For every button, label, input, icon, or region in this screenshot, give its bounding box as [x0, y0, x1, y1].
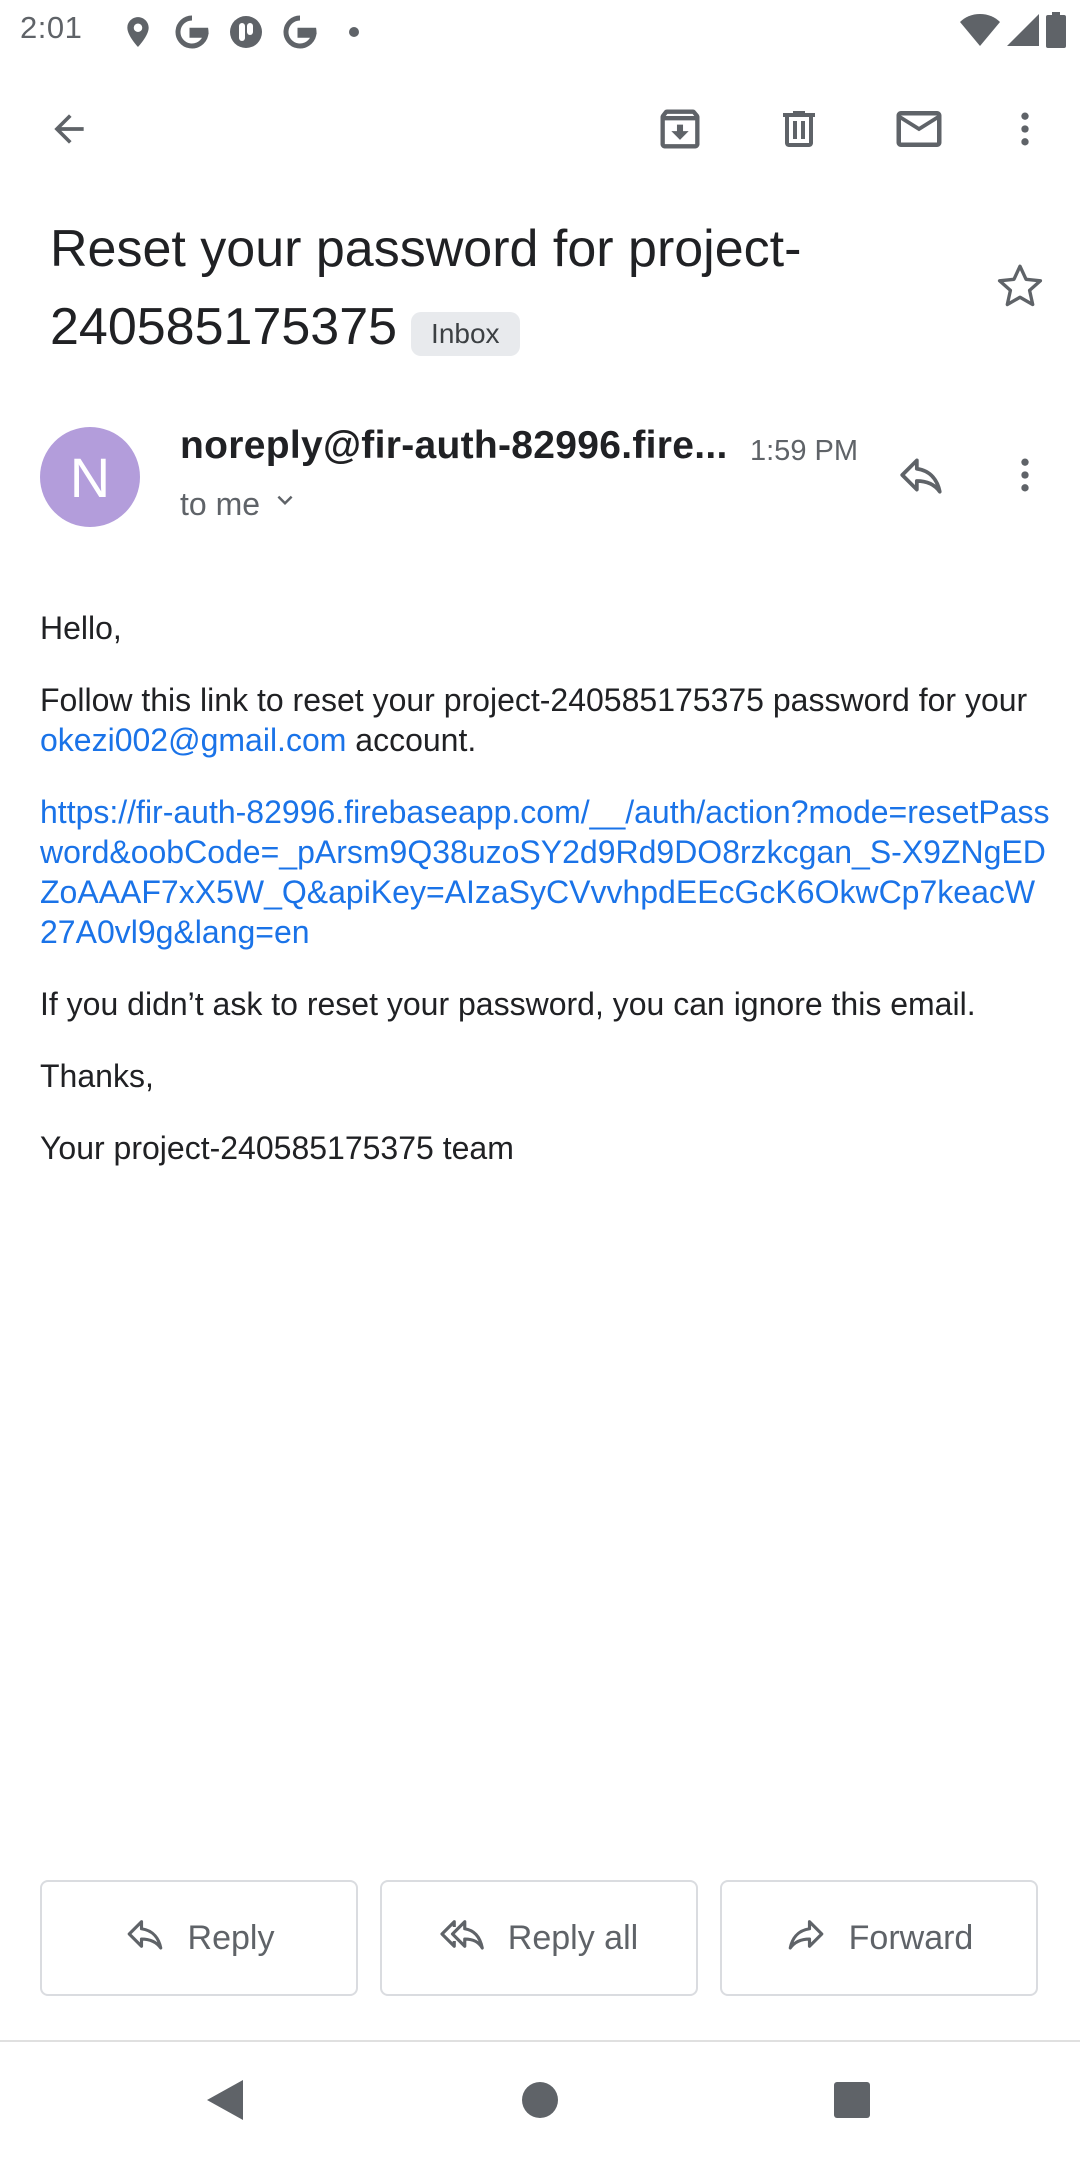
- subject-area: Reset your password for project-24058517…: [50, 210, 950, 366]
- triangle-back-icon: [205, 2078, 245, 2127]
- email-body: Hello, Follow this link to reset your pr…: [40, 608, 1050, 1200]
- reply-all-label: Reply all: [507, 1918, 639, 1957]
- more-vert-icon: [1003, 107, 1047, 156]
- forward-button[interactable]: Forward: [720, 1880, 1038, 1996]
- circle-home-icon: [521, 2081, 559, 2124]
- message-time: 1:59 PM: [750, 435, 858, 467]
- back-arrow-icon: [47, 107, 91, 156]
- battery-icon: [1046, 11, 1066, 53]
- system-navigation-bar: [0, 2042, 1080, 2160]
- inbox-label-badge[interactable]: Inbox: [411, 311, 520, 356]
- notification-dot-icon: [334, 12, 374, 52]
- location-icon: [118, 12, 158, 52]
- nav-back-button[interactable]: [195, 2072, 255, 2132]
- reply-icon: [124, 1913, 166, 1964]
- body-text: account.: [346, 722, 477, 758]
- chevron-down-icon: [270, 485, 300, 523]
- reset-password-link[interactable]: https://fir-auth-82996.firebaseapp.com/_…: [40, 792, 1050, 952]
- delete-button[interactable]: [768, 100, 830, 162]
- sender-avatar[interactable]: N: [40, 427, 140, 527]
- email-address-link[interactable]: okezi002@gmail.com: [40, 722, 346, 758]
- more-vert-icon: [1003, 453, 1047, 502]
- google-icon: [280, 12, 320, 52]
- recipient-label: to me: [180, 485, 261, 522]
- email-toolbar: [0, 80, 1080, 180]
- mark-unread-icon: [892, 102, 946, 161]
- status-time: 2:01: [20, 10, 83, 45]
- archive-icon: [654, 103, 706, 160]
- body-thanks: Thanks,: [40, 1058, 154, 1094]
- recipient-details-toggle[interactable]: to me: [180, 485, 300, 523]
- body-signature: Your project-240585175375 team: [40, 1130, 514, 1166]
- wifi-icon: [960, 13, 1000, 52]
- reply-button[interactable]: Reply: [40, 1880, 358, 1996]
- google-icon: [172, 12, 212, 52]
- message-actions: Reply Reply all Forward: [40, 1880, 1040, 1998]
- star-button[interactable]: [990, 258, 1050, 318]
- quick-reply-button[interactable]: [890, 446, 952, 508]
- signal-icon: [1006, 13, 1040, 52]
- archive-button[interactable]: [649, 100, 711, 162]
- status-left-icons: [118, 12, 374, 52]
- body-text: Follow this link to reset your project-2…: [40, 682, 1028, 718]
- status-bar: 2:01: [0, 0, 1080, 63]
- more-options-button[interactable]: [994, 100, 1056, 162]
- nav-recents-button[interactable]: [822, 2072, 882, 2132]
- status-right-icons: [960, 11, 1066, 53]
- message-more-button[interactable]: [1000, 446, 1050, 508]
- body-ignore-line: If you didn’t ask to reset your password…: [40, 986, 976, 1022]
- sender-name: noreply@fir-auth-82996.fire...: [180, 424, 728, 467]
- forward-label: Forward: [848, 1918, 974, 1957]
- back-button[interactable]: [38, 100, 100, 162]
- reply-label: Reply: [187, 1918, 275, 1957]
- reply-all-button[interactable]: Reply all: [380, 1880, 698, 1996]
- body-paragraph: Follow this link to reset your project-2…: [40, 680, 1050, 760]
- star-outline-icon: [995, 261, 1045, 316]
- body-greeting: Hello,: [40, 610, 122, 646]
- reply-all-icon: [440, 1913, 486, 1964]
- square-recents-icon: [833, 2081, 871, 2124]
- reply-icon: [896, 450, 946, 505]
- nav-home-button[interactable]: [510, 2072, 570, 2132]
- mark-unread-button[interactable]: [888, 100, 950, 162]
- app-icon: [226, 12, 266, 52]
- email-screen: 2:01 Reset your password for project-240…: [0, 0, 1080, 2160]
- forward-icon: [785, 1913, 827, 1964]
- delete-icon: [775, 105, 823, 158]
